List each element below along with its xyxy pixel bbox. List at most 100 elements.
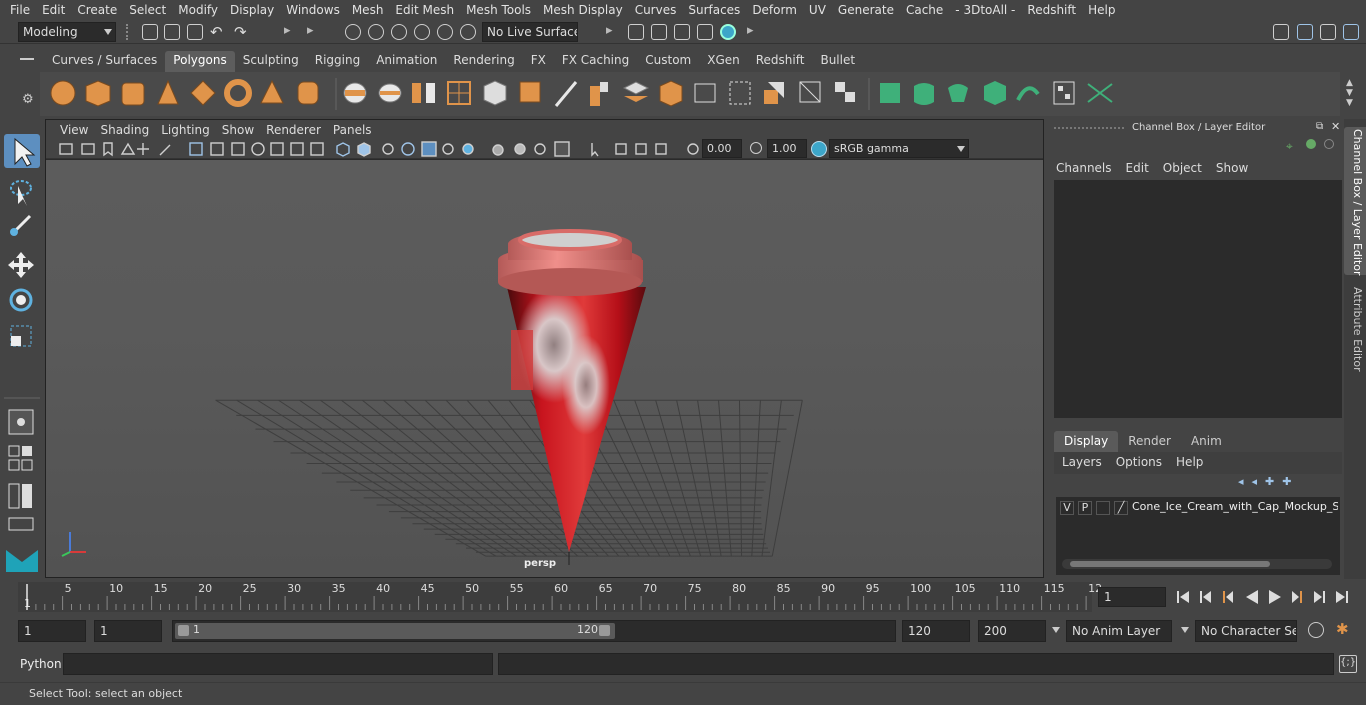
menu-item-display[interactable]: Display bbox=[224, 3, 280, 17]
viewport-menu-renderer[interactable]: Renderer bbox=[260, 123, 327, 137]
channel-box-area[interactable] bbox=[1054, 180, 1342, 418]
hyper-icon[interactable] bbox=[1324, 139, 1334, 149]
shelf-tab-polygons[interactable]: Polygons bbox=[165, 51, 235, 72]
menu-item-mesh[interactable]: Mesh bbox=[346, 3, 390, 17]
snap-projected-icon[interactable] bbox=[414, 24, 430, 40]
shelf-tab-fx-caching[interactable]: FX Caching bbox=[554, 51, 637, 72]
render-settings-icon[interactable] bbox=[697, 24, 713, 40]
menu-item-cache[interactable]: Cache bbox=[900, 3, 949, 17]
current-frame-field[interactable]: 1 bbox=[1098, 587, 1166, 607]
command-input[interactable] bbox=[63, 653, 493, 675]
attribute-editor-toggle-icon[interactable] bbox=[1297, 24, 1313, 40]
shelf-tab-sculpting[interactable]: Sculpting bbox=[235, 51, 307, 72]
shelf-tab-custom[interactable]: Custom bbox=[637, 51, 699, 72]
close-icon[interactable]: ✕ bbox=[1331, 120, 1340, 133]
side-tab-channel-box[interactable]: Channel Box / Layer Editor bbox=[1346, 129, 1364, 276]
range-handle[interactable]: 1 120 bbox=[175, 623, 615, 639]
scrollbar-thumb[interactable] bbox=[1070, 561, 1270, 567]
layer-menu-options[interactable]: Options bbox=[1116, 455, 1162, 469]
viewport-menu-lighting[interactable]: Lighting bbox=[155, 123, 216, 137]
range-handle-right[interactable] bbox=[599, 625, 610, 636]
layer-scrollbar[interactable] bbox=[1062, 559, 1332, 569]
menu-item-mesh-tools[interactable]: Mesh Tools bbox=[460, 3, 537, 17]
menu-item-uv[interactable]: UV bbox=[803, 3, 832, 17]
shelf-tab-xgen[interactable]: XGen bbox=[699, 51, 748, 72]
layer-tab-display[interactable]: Display bbox=[1054, 431, 1119, 452]
layer-type-toggle[interactable] bbox=[1096, 501, 1110, 515]
menu-item-select[interactable]: Select bbox=[123, 3, 172, 17]
live-surface-field[interactable]: No Live Surface bbox=[482, 22, 578, 42]
chevron-down-icon[interactable] bbox=[1181, 627, 1189, 633]
hypershade-icon[interactable] bbox=[720, 24, 736, 40]
shelf-tab-rendering[interactable]: Rendering bbox=[445, 51, 522, 72]
shelf-tab-fx[interactable]: FX bbox=[523, 51, 554, 72]
animation-start-field[interactable]: 1 bbox=[18, 620, 86, 642]
shelf-tab-animation[interactable]: Animation bbox=[368, 51, 445, 72]
chevron-right-icon[interactable]: ▸ bbox=[747, 23, 754, 38]
shelf-tab-redshift[interactable]: Redshift bbox=[748, 51, 813, 72]
snap-view-plane-icon[interactable] bbox=[437, 24, 453, 40]
panel-grip[interactable] bbox=[1054, 127, 1124, 131]
menu-item-modify[interactable]: Modify bbox=[172, 3, 224, 17]
layer-visibility-toggle[interactable]: V bbox=[1060, 501, 1074, 515]
animation-prefs-icon[interactable]: ✱ bbox=[1336, 620, 1349, 638]
gamma-icon[interactable] bbox=[750, 142, 762, 154]
perspective-viewport[interactable]: View Shading Lighting Show Renderer Panels bbox=[45, 119, 1044, 578]
workspace-icon[interactable] bbox=[1273, 24, 1289, 40]
chevron-right-icon[interactable]: ▸ bbox=[284, 23, 291, 38]
menu-item-create[interactable]: Create bbox=[71, 3, 123, 17]
layer-tab-render[interactable]: Render bbox=[1118, 431, 1181, 452]
script-editor-icon[interactable]: {;} bbox=[1339, 655, 1357, 673]
shelf-tab-rigging[interactable]: Rigging bbox=[307, 51, 368, 72]
new-scene-icon[interactable] bbox=[142, 24, 158, 40]
save-scene-icon[interactable] bbox=[187, 24, 203, 40]
color-space-dropdown[interactable]: sRGB gamma bbox=[829, 139, 969, 158]
chevron-right-icon[interactable]: ▸ bbox=[307, 23, 314, 38]
channel-box-menu-channels[interactable]: Channels bbox=[1056, 161, 1120, 175]
color-management-icon[interactable] bbox=[811, 141, 827, 157]
redo-icon[interactable]: ↷ bbox=[234, 23, 247, 41]
layer-menu-layers[interactable]: Layers bbox=[1062, 455, 1102, 469]
snap-curve-icon[interactable] bbox=[368, 24, 384, 40]
menu-item-curves[interactable]: Curves bbox=[629, 3, 683, 17]
range-handle-left[interactable] bbox=[178, 625, 189, 636]
time-slider[interactable]: 1 5 10 15 20 25 30 35 40 45 50 55 60 65 70 75 80 85 90 95 1… bbox=[0, 579, 1366, 615]
ipr-render-icon[interactable] bbox=[674, 24, 690, 40]
menu-item-file[interactable]: File bbox=[4, 3, 36, 17]
chevron-right-icon[interactable]: ▸ bbox=[606, 23, 613, 38]
undo-icon[interactable]: ↶ bbox=[210, 23, 223, 41]
manipulator-icon[interactable]: ⌖ bbox=[1286, 139, 1293, 154]
viewport-menu-shading[interactable]: Shading bbox=[94, 123, 155, 137]
channel-box-menu-show[interactable]: Show bbox=[1216, 161, 1256, 175]
menu-item-redshift[interactable]: Redshift bbox=[1021, 3, 1082, 17]
viewport-scene[interactable]: persp bbox=[46, 160, 1043, 577]
playback-start-field[interactable]: 1 bbox=[94, 620, 162, 642]
make-live-icon[interactable] bbox=[460, 24, 476, 40]
gear-icon[interactable]: ⚙ bbox=[22, 92, 34, 107]
snap-grid-icon[interactable] bbox=[345, 24, 361, 40]
shelf-tab-bullet[interactable]: Bullet bbox=[812, 51, 863, 72]
tool-settings-toggle-icon[interactable] bbox=[1320, 24, 1336, 40]
menu-item-help[interactable]: Help bbox=[1082, 3, 1121, 17]
channel-box-menu-object[interactable]: Object bbox=[1163, 161, 1210, 175]
open-scene-icon[interactable] bbox=[164, 24, 180, 40]
layer-color-swatch[interactable]: ╱ bbox=[1114, 501, 1128, 515]
viewport-menu-view[interactable]: View bbox=[54, 123, 94, 137]
animation-end-field[interactable]: 200 bbox=[978, 620, 1046, 642]
gamma-field[interactable]: 1.00 bbox=[767, 139, 807, 158]
render-view-icon[interactable] bbox=[651, 24, 667, 40]
render-frame-icon[interactable] bbox=[628, 24, 644, 40]
anim-layer-field[interactable]: No Anim Layer bbox=[1066, 620, 1172, 642]
speed-icon[interactable] bbox=[1306, 139, 1316, 149]
layer-playback-toggle[interactable]: P bbox=[1078, 501, 1092, 515]
viewport-menu-panels[interactable]: Panels bbox=[327, 123, 378, 137]
menu-item-edit[interactable]: Edit bbox=[36, 3, 71, 17]
chevron-down-icon[interactable] bbox=[1052, 627, 1060, 633]
mode-selector[interactable]: Modeling bbox=[18, 22, 116, 42]
menu-item-edit-mesh[interactable]: Edit Mesh bbox=[389, 3, 460, 17]
channel-box-toggle-icon[interactable] bbox=[1343, 24, 1359, 40]
side-tab-attribute-editor[interactable]: Attribute Editor bbox=[1346, 287, 1364, 377]
channel-box-menu-edit[interactable]: Edit bbox=[1126, 161, 1157, 175]
time-ruler[interactable]: 1 5 10 15 20 25 30 35 40 45 50 55 60 65 70 75 80 85 90 95 1… bbox=[18, 582, 1102, 612]
menu-item-deform[interactable]: Deform bbox=[746, 3, 803, 17]
